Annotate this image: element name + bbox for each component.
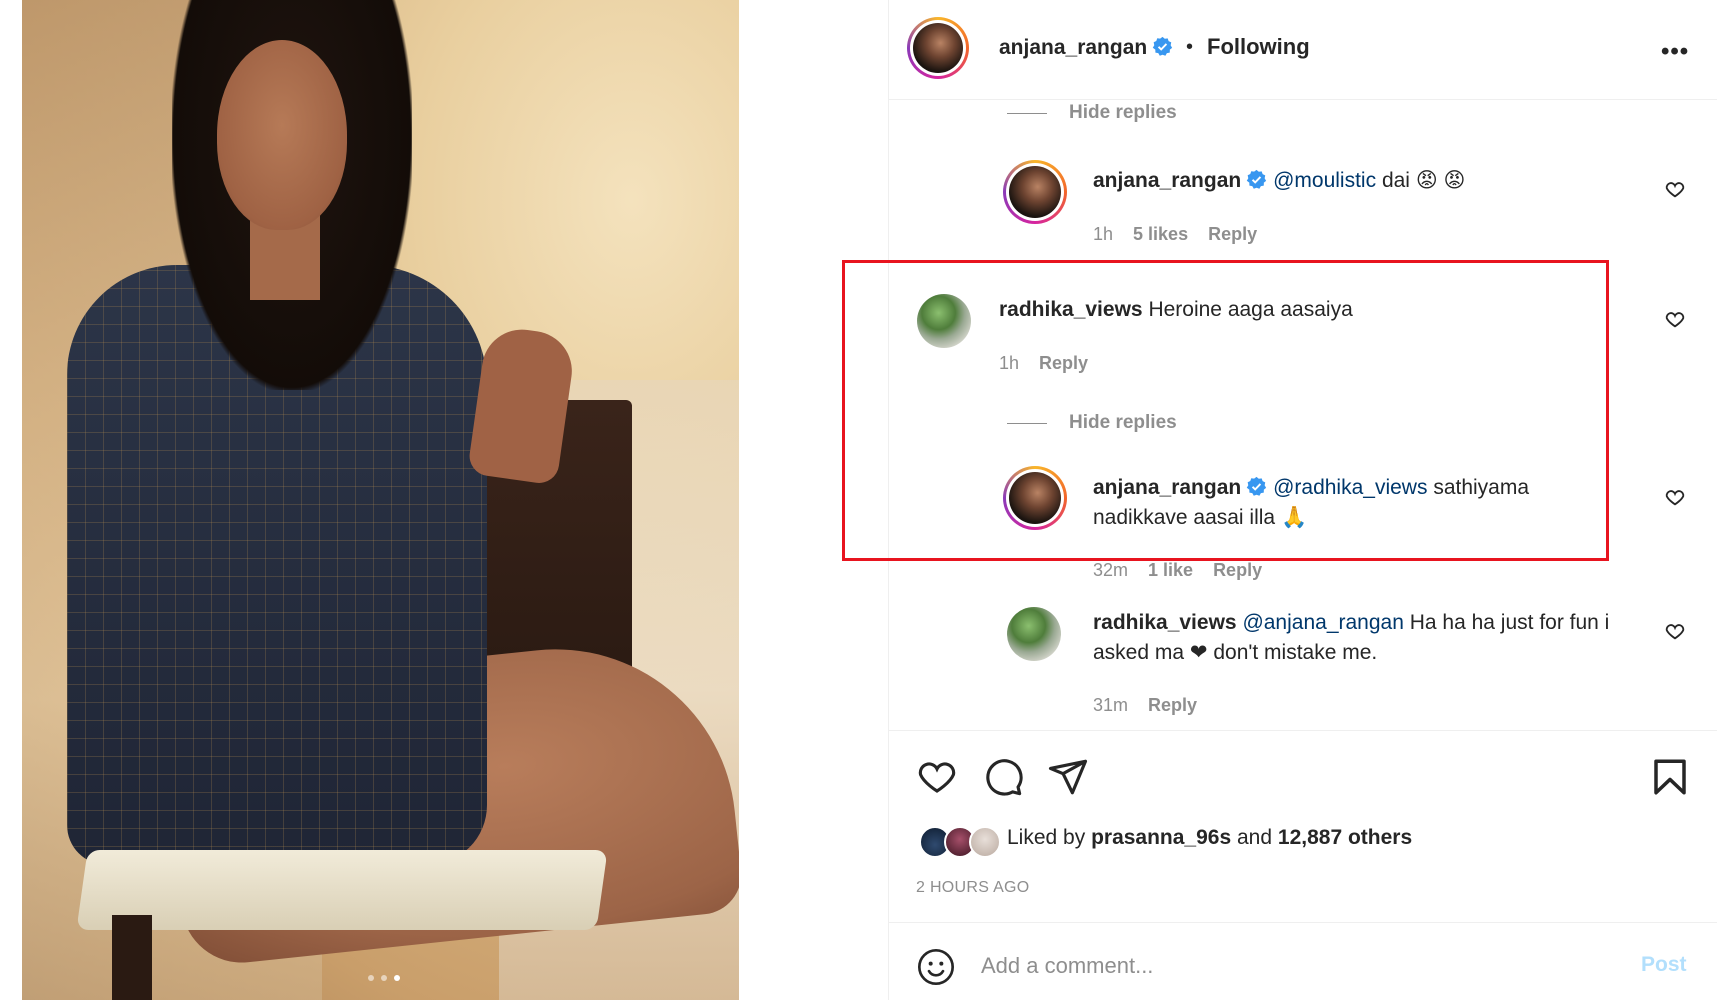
reply-button[interactable]: Reply (1213, 560, 1262, 581)
reply-button[interactable]: Reply (1148, 695, 1197, 716)
carousel-dot[interactable] (368, 975, 374, 981)
comment-emoji: 😡 😡 (1415, 169, 1466, 192)
comment-meta: 1h 5 likes Reply (1093, 224, 1257, 245)
reply-button[interactable]: Reply (1208, 224, 1257, 245)
comment-body: radhika_views @anjana_rangan Ha ha ha ju… (1093, 608, 1673, 668)
comment-username[interactable]: anjana_rangan (1093, 169, 1241, 192)
comment-text-continued: asked ma (1093, 641, 1185, 664)
liked-by-prefix: Liked by (1007, 826, 1086, 849)
hide-replies-toggle[interactable]: Hide replies (1007, 102, 1177, 124)
verified-badge-icon (1153, 36, 1173, 56)
instagram-post-view: anjana_rangan • Following ••• Hide repli… (0, 0, 1717, 1000)
comment-meta: 31m Reply (1093, 695, 1197, 716)
photo-chair-seat (76, 850, 608, 930)
comment-likes[interactable]: 5 likes (1133, 224, 1188, 245)
author-avatar[interactable] (907, 17, 969, 79)
share-paper-plane-icon[interactable] (1047, 756, 1089, 798)
emoji-picker-icon[interactable] (916, 947, 956, 987)
post-header: anjana_rangan • Following ••• (889, 0, 1717, 100)
photo-subject-face (217, 40, 347, 230)
carousel-dot[interactable] (381, 975, 387, 981)
like-comment-heart-icon[interactable] (1664, 178, 1686, 200)
commenter-avatar[interactable] (1003, 160, 1067, 224)
carousel-dot-active[interactable] (394, 975, 400, 981)
liked-by-others[interactable]: 12,887 others (1278, 826, 1412, 849)
post-comment-button[interactable]: Post (1641, 953, 1687, 977)
header-separator: • (1186, 36, 1194, 58)
comment-composer: Add a comment... Post (889, 922, 1717, 1000)
author-username[interactable]: anjana_rangan (999, 36, 1173, 60)
comment-bubble-icon[interactable] (982, 756, 1024, 798)
hide-replies-line (1007, 112, 1047, 114)
comment-mention[interactable]: @anjana_rangan (1242, 611, 1403, 634)
comment-time[interactable]: 1h (1093, 224, 1113, 245)
verified-badge-icon (1247, 169, 1267, 189)
post-photo[interactable] (22, 0, 739, 1000)
comment-text: Ha ha ha just for fun i (1409, 611, 1610, 634)
comment-mention[interactable]: @moulistic (1273, 169, 1376, 192)
comment-time[interactable]: 32m (1093, 560, 1128, 581)
photo-chair-leg (112, 915, 152, 1000)
more-options-icon[interactable]: ••• (1661, 38, 1689, 66)
comment-input[interactable]: Add a comment... (981, 953, 1153, 979)
hide-replies-label: Hide replies (1069, 102, 1177, 123)
like-comment-heart-icon[interactable] (1664, 308, 1686, 330)
comment-time[interactable]: 31m (1093, 695, 1128, 716)
carousel-indicator (368, 975, 400, 981)
post-time-ago[interactable]: 2 HOURS AGO (916, 879, 1030, 897)
save-bookmark-icon[interactable] (1649, 756, 1691, 798)
liked-by-user[interactable]: prasanna_96s (1091, 826, 1231, 849)
liker-avatar[interactable] (969, 826, 1001, 858)
comment-meta: 32m 1 like Reply (1093, 560, 1262, 581)
like-heart-icon[interactable] (916, 756, 958, 798)
comment-text-end: don't mistake me. (1213, 641, 1378, 664)
like-comment-heart-icon[interactable] (1664, 486, 1686, 508)
liked-by-and: and (1237, 826, 1273, 849)
following-button[interactable]: Following (1207, 34, 1310, 60)
liked-by-avatars[interactable] (919, 826, 1014, 858)
like-comment-heart-icon[interactable] (1664, 620, 1686, 642)
comment-username[interactable]: radhika_views (1093, 611, 1237, 634)
commenter-avatar[interactable] (1007, 607, 1061, 661)
post-actions-bar: Liked by prasanna_96s and 12,887 others … (889, 730, 1717, 930)
black-heart-emoji: ❤ (1189, 641, 1208, 664)
comment-text: dai (1381, 169, 1410, 192)
comment-body: anjana_rangan @moulistic dai 😡 😡 (1093, 166, 1465, 196)
highlight-annotation-box (842, 260, 1609, 561)
comment-likes[interactable]: 1 like (1148, 560, 1193, 581)
liked-by-text: Liked by prasanna_96s and 12,887 others (1007, 826, 1412, 850)
